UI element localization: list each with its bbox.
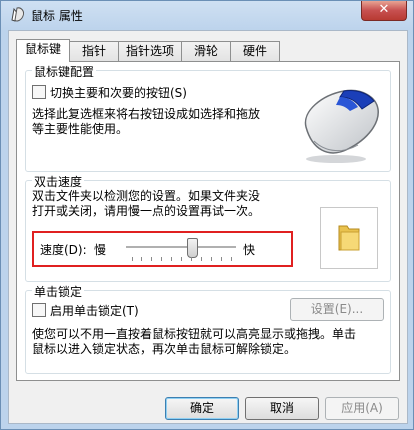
speed-slider-tick — [151, 257, 152, 261]
tab-hardware[interactable]: 硬件 — [230, 41, 280, 61]
speed-slider-tick — [231, 257, 232, 261]
tab-buttons[interactable]: 鼠标键 — [16, 39, 70, 62]
switch-buttons-description-1: 选择此复选框来将右按钮设成如选择和拖放 — [32, 107, 261, 121]
speed-label: 速度(D): — [40, 243, 87, 257]
dialog-client-area: 鼠标键 指针 指针选项 滑轮 硬件 鼠标键配置 切换主要和次要的按钮(S) 选择… — [8, 30, 408, 424]
switch-buttons-label[interactable]: 切换主要和次要的按钮(S) — [50, 84, 187, 101]
speed-slider-tick — [132, 257, 133, 261]
close-button[interactable]: ✕ — [361, 1, 407, 21]
tab-panel-buttons: 鼠标键配置 切换主要和次要的按钮(S) 选择此复选框来将右按钮设成如选择和拖放 … — [16, 61, 400, 381]
button-config-title: 鼠标键配置 — [32, 63, 97, 80]
speed-slow-label: 慢 — [94, 243, 107, 257]
window-title: 鼠标 属性 — [31, 9, 83, 23]
click-lock-settings-button[interactable]: 设置(E)... — [290, 298, 384, 321]
switch-buttons-checkbox[interactable] — [32, 85, 46, 99]
test-folder-area[interactable] — [320, 207, 378, 269]
click-lock-group: 单击锁定 启用单击锁定(T) 设置(E)... 使您可以不用一直按着鼠标按钮就可… — [25, 283, 391, 374]
speed-slider-tick — [201, 257, 202, 261]
speed-slider-tick — [181, 257, 182, 261]
speed-slider-tick — [191, 257, 192, 261]
mouse-preview-icon — [304, 89, 379, 163]
click-lock-checkbox[interactable] — [32, 303, 46, 317]
click-lock-description-2: 鼠标以进入锁定状态，再次单击鼠标可解除锁定。 — [32, 342, 297, 356]
tab-wheel[interactable]: 滑轮 — [181, 41, 231, 61]
double-click-group: 双击速度 双击文件夹以检测您的设置。如果文件夹没 打开或关闭，请用慢一点的设置再… — [25, 173, 391, 282]
mouse-properties-window: 鼠标 属性 ✕ 鼠标键 指针 指针选项 滑轮 硬件 鼠标键配置 切换主要和次要的… — [0, 0, 414, 430]
mouse-icon — [11, 7, 24, 22]
click-lock-label[interactable]: 启用单击锁定(T) — [50, 302, 139, 319]
speed-slider[interactable] — [126, 237, 236, 261]
switch-buttons-description-2: 等主要性能使用。 — [32, 122, 129, 136]
speed-slider-thumb[interactable] — [187, 238, 198, 258]
click-lock-description-1: 使您可以不用一直按着鼠标按钮就可以高亮显示或拖拽。单击 — [32, 327, 357, 341]
speed-fast-label: 快 — [243, 243, 256, 257]
title-bar[interactable]: 鼠标 属性 ✕ — [1, 1, 413, 29]
speed-slider-track — [126, 246, 236, 249]
click-lock-title: 单击锁定 — [32, 283, 85, 300]
cancel-button[interactable]: 取消 — [245, 397, 319, 420]
double-click-description-1: 双击文件夹以检测您的设置。如果文件夹没 — [32, 189, 261, 203]
speed-slider-tick — [141, 257, 142, 261]
double-click-title: 双击速度 — [32, 173, 85, 190]
speed-slider-tick — [171, 257, 172, 261]
speed-slider-tick — [211, 257, 212, 261]
double-click-description-2: 打开或关闭，请用慢一点的设置再试一次。 — [32, 204, 261, 218]
ok-button[interactable]: 确定 — [165, 397, 239, 420]
tab-pointer-options[interactable]: 指针选项 — [118, 41, 182, 61]
speed-slider-tick — [221, 257, 222, 261]
folder-icon — [338, 225, 360, 251]
button-config-group: 鼠标键配置 切换主要和次要的按钮(S) 选择此复选框来将右按钮设成如选择和拖放 … — [25, 63, 391, 172]
tab-pointers[interactable]: 指针 — [69, 41, 119, 61]
speed-slider-tick — [161, 257, 162, 261]
apply-button[interactable]: 应用(A) — [325, 397, 399, 420]
